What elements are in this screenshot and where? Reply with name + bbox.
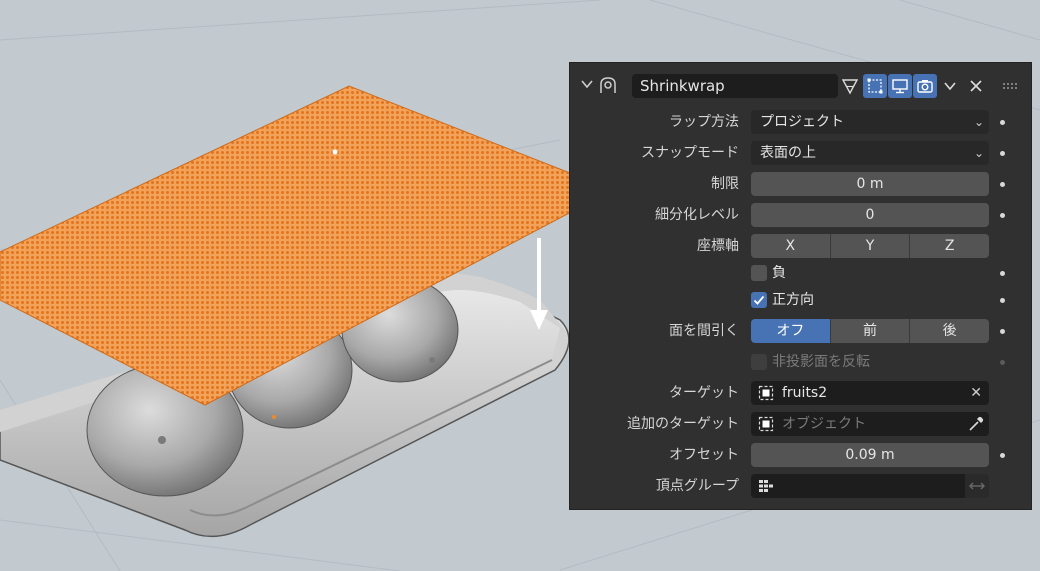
axis-x-toggle[interactable]: X — [751, 234, 831, 258]
keyframe-dot[interactable] — [1000, 298, 1005, 303]
row-offset: オフセット 0.09 m — [570, 443, 1031, 467]
label-subdiv-levels: 細分化レベル — [655, 207, 739, 223]
axis-z-toggle[interactable]: Z — [910, 234, 989, 258]
snap-mode-dropdown[interactable]: 表面の上 ⌄ — [751, 141, 989, 165]
negative-checkbox[interactable] — [751, 265, 767, 281]
viewport-display-toggle[interactable] — [888, 74, 912, 98]
row-aux-target: 追加のターゲット オブジェクト — [570, 412, 1031, 436]
keyframe-dot[interactable] — [1000, 329, 1005, 334]
label-target: ターゲット — [669, 385, 739, 401]
close-icon — [970, 80, 982, 92]
label-limit: 制限 — [711, 176, 739, 192]
keyframe-dot[interactable] — [1000, 453, 1005, 458]
row-axis: 座標軸 X Y Z — [570, 234, 1031, 258]
axis-y-toggle[interactable]: Y — [830, 234, 911, 258]
drag-handle[interactable] — [998, 74, 1022, 98]
keyframe-dot[interactable] — [1000, 271, 1005, 276]
object-icon — [758, 416, 774, 440]
axis-toggle-group: X Y Z — [751, 234, 989, 258]
keyframe-dot[interactable] — [1000, 213, 1005, 218]
keyframe-dot[interactable] — [1000, 182, 1005, 187]
collapse-chevron-icon[interactable] — [580, 77, 594, 95]
modifier-menu-dropdown[interactable] — [938, 74, 962, 98]
invert-vertex-group-toggle[interactable] — [965, 474, 989, 498]
remove-modifier-button[interactable] — [964, 74, 988, 98]
keyframe-dot[interactable] — [1000, 151, 1005, 156]
row-negative: 負 — [570, 261, 1031, 285]
modifier-name-field[interactable]: Shrinkwrap — [632, 74, 838, 98]
cull-off-button[interactable]: オフ — [751, 319, 831, 343]
row-vertex-group: 頂点グループ — [570, 474, 1031, 498]
object-icon — [758, 385, 774, 409]
negative-label: 負 — [772, 265, 786, 281]
triangle-mesh-icon — [841, 79, 859, 95]
render-toggle[interactable] — [913, 74, 937, 98]
modifier-header: Shrinkwrap — [570, 63, 1031, 109]
limit-field[interactable]: 0 m — [751, 172, 989, 196]
wrap-method-dropdown[interactable]: プロジェクト ⌄ — [751, 110, 989, 134]
label-axis: 座標軸 — [697, 238, 739, 254]
edit-cage-toggle[interactable] — [838, 74, 862, 98]
invert-cull-label: 非投影面を反転 — [772, 354, 870, 370]
row-subdiv-levels: 細分化レベル 0 — [570, 203, 1031, 227]
drag-grip-icon — [1003, 83, 1017, 89]
chevron-down-icon: ⌄ — [973, 146, 984, 160]
cull-back-button[interactable]: 後 — [910, 319, 989, 343]
monitor-icon — [892, 79, 908, 94]
row-wrap-method: ラップ方法 プロジェクト ⌄ — [570, 110, 1031, 134]
row-positive: 正方向 — [570, 288, 1031, 312]
label-vertex-group: 頂点グループ — [655, 478, 739, 494]
row-snap-mode: スナップモード 表面の上 ⌄ — [570, 141, 1031, 165]
positive-checkbox[interactable] — [751, 292, 767, 308]
label-aux-target: 追加のターゲット — [627, 416, 739, 432]
positive-label: 正方向 — [772, 292, 814, 308]
wrap-method-value: プロジェクト — [760, 114, 844, 130]
label-cull-faces: 面を間引く — [669, 323, 739, 339]
edit-mode-toggle[interactable] — [863, 74, 887, 98]
target-field[interactable]: fruits2 ✕ — [751, 381, 989, 405]
camera-icon — [917, 80, 933, 93]
target-value: fruits2 — [782, 385, 828, 401]
label-snap-mode: スナップモード — [641, 145, 739, 161]
vertex-group-field[interactable] — [751, 474, 965, 498]
swap-arrows-icon — [969, 482, 985, 490]
aux-target-placeholder: オブジェクト — [782, 416, 866, 432]
label-wrap-method: ラップ方法 — [669, 114, 739, 130]
chevron-down-icon — [944, 82, 956, 91]
row-target: ターゲット fruits2 ✕ — [570, 381, 1031, 405]
aux-target-field[interactable]: オブジェクト — [751, 412, 989, 436]
snap-mode-value: 表面の上 — [760, 145, 816, 161]
shrinkwrap-modifier-icon — [598, 75, 618, 99]
edit-mode-icon — [867, 78, 883, 94]
modifier-panel: Shrinkwrap ラップ方法 プロジェクト ⌄ スナップモード 表面の上 ⌄… — [569, 62, 1032, 510]
offset-field[interactable]: 0.09 m — [751, 443, 989, 467]
clear-target-icon[interactable]: ✕ — [970, 381, 982, 405]
subdiv-levels-field[interactable]: 0 — [751, 203, 989, 227]
label-offset: オフセット — [669, 447, 739, 463]
cull-front-button[interactable]: 前 — [830, 319, 911, 343]
eyedropper-icon[interactable] — [967, 415, 985, 441]
invert-cull-checkbox[interactable] — [751, 354, 767, 370]
vertex-group-icon — [758, 478, 774, 498]
row-cull-faces: 面を間引く オフ 前 後 — [570, 319, 1031, 343]
keyframe-dot[interactable] — [1000, 120, 1005, 125]
row-invert-cull: 非投影面を反転 — [570, 350, 1031, 374]
checkmark-icon — [753, 295, 765, 305]
cull-faces-toggle-group: オフ 前 後 — [751, 319, 989, 343]
row-limit: 制限 0 m — [570, 172, 1031, 196]
chevron-down-icon: ⌄ — [973, 115, 984, 129]
keyframe-dot[interactable] — [1000, 360, 1005, 365]
